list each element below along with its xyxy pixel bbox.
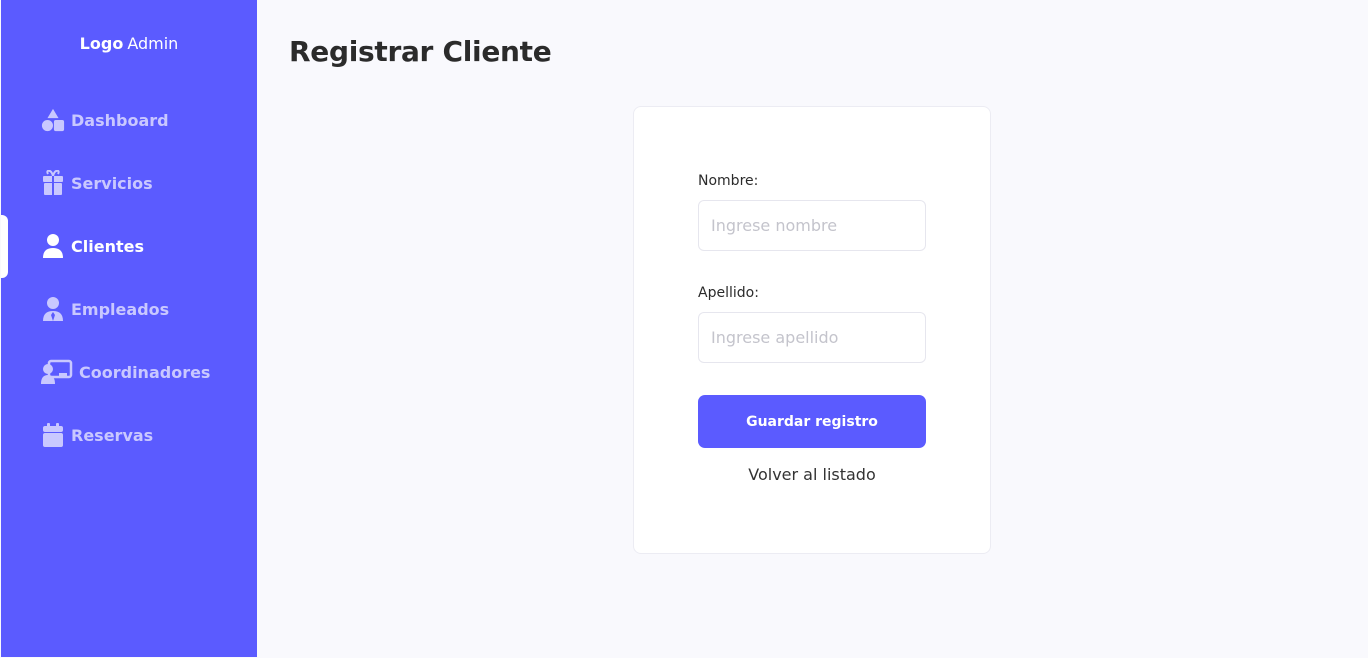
register-client-form: Nombre: Apellido: Guardar registro Volve…: [633, 106, 991, 554]
nombre-input[interactable]: [698, 200, 926, 251]
sidebar-item-clientes[interactable]: Clientes: [1, 226, 257, 266]
save-record-button[interactable]: Guardar registro: [698, 395, 926, 448]
calendar-icon: [41, 422, 65, 448]
apellido-label: Apellido:: [698, 285, 759, 301]
nombre-label: Nombre:: [698, 173, 759, 189]
sidebar-item-label: Clientes: [71, 236, 144, 256]
sidebar-item-dashboard[interactable]: Dashboard: [1, 100, 257, 140]
gift-icon: [41, 170, 65, 196]
sidebar-item-servicios[interactable]: Servicios: [1, 163, 257, 203]
sidebar-item-empleados[interactable]: Empleados: [1, 289, 257, 329]
sidebar-item-label: Servicios: [71, 173, 153, 193]
shapes-icon: [41, 107, 65, 133]
app-root: Logo Admin Dashboard Servicios Clientes …: [0, 0, 1368, 658]
logo[interactable]: Logo Admin: [1, 34, 257, 54]
back-to-list-link[interactable]: Volver al listado: [698, 465, 926, 484]
sidebar: Logo Admin Dashboard Servicios Clientes …: [1, 0, 257, 657]
sidebar-item-label: Coordinadores: [79, 362, 211, 382]
page-title: Registrar Cliente: [289, 35, 552, 68]
user-tie-icon: [41, 296, 65, 322]
sidebar-item-label: Empleados: [71, 299, 170, 319]
chalkboard-teacher-icon: [41, 359, 73, 385]
sidebar-item-coordinadores[interactable]: Coordinadores: [1, 352, 257, 392]
user-icon: [41, 233, 65, 259]
logo-light-text: Admin: [127, 34, 179, 53]
sidebar-item-label: Reservas: [71, 425, 154, 445]
logo-strong-text: Logo: [79, 34, 124, 53]
sidebar-item-label: Dashboard: [71, 110, 169, 130]
apellido-input[interactable]: [698, 312, 926, 363]
sidebar-item-reservas[interactable]: Reservas: [1, 415, 257, 455]
